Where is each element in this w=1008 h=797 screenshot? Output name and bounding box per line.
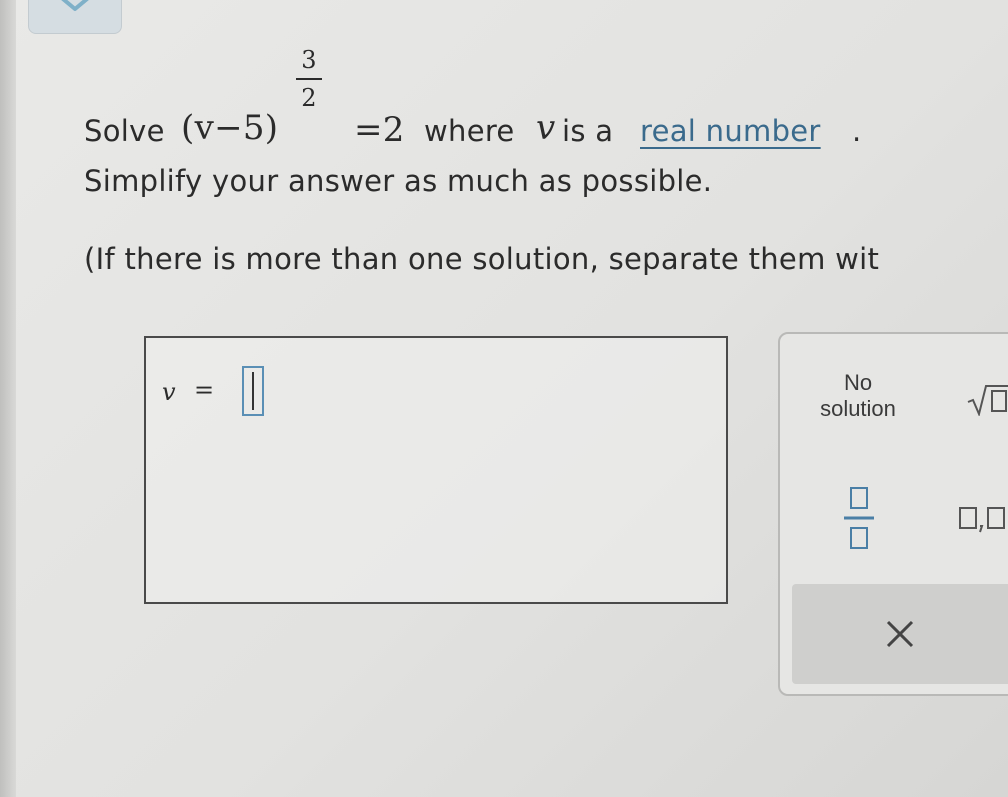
- no-solution-label-line2: solution: [820, 396, 896, 422]
- answer-equals-sign: =: [194, 376, 215, 404]
- no-solution-label-line1: No: [843, 370, 873, 395]
- clear-panel: [792, 584, 1008, 684]
- close-icon: [886, 620, 914, 648]
- exponent-fraction: 3 2: [294, 48, 324, 110]
- square-root-icon: [967, 385, 1008, 418]
- where-label: where: [424, 114, 515, 148]
- expression-base: (v−5): [181, 108, 279, 148]
- problem-statement: Solve (v−5) 3 2 =2 where v is a real num…: [84, 48, 1008, 158]
- chevron-down-icon: [61, 0, 89, 11]
- is-a-label: is a: [562, 114, 614, 148]
- fraction-bar: [296, 78, 322, 80]
- real-number-link[interactable]: real number: [640, 114, 821, 148]
- clear-button[interactable]: [884, 618, 916, 654]
- math-toolbox: No solution: [778, 332, 1008, 696]
- answer-area[interactable]: v =: [144, 336, 728, 604]
- period: .: [852, 114, 862, 148]
- screen-edge: [0, 0, 16, 797]
- collapse-tab[interactable]: [28, 0, 122, 34]
- fraction-icon: [844, 487, 874, 549]
- square-root-button[interactable]: [966, 382, 1008, 420]
- no-solution-button[interactable]: No solution: [800, 370, 916, 423]
- answer-input[interactable]: [242, 366, 264, 416]
- answer-variable-label: v: [162, 378, 176, 406]
- exponent-denominator: 2: [301, 84, 317, 112]
- comma-list-icon: [959, 507, 1005, 533]
- fraction-button[interactable]: [842, 486, 876, 554]
- instruction-separate: (If there is more than one solution, sep…: [84, 242, 880, 276]
- instruction-simplify: Simplify your answer as much as possible…: [84, 164, 713, 198]
- question-text: Solve (v−5) 3 2 =2 where v is a real num…: [84, 48, 1008, 276]
- equation-rhs: =2: [354, 110, 405, 150]
- exponent-numerator: 3: [301, 46, 317, 74]
- variable-symbol: v: [536, 108, 556, 148]
- comma-list-button[interactable]: [956, 504, 1008, 538]
- solve-label: Solve: [84, 114, 165, 148]
